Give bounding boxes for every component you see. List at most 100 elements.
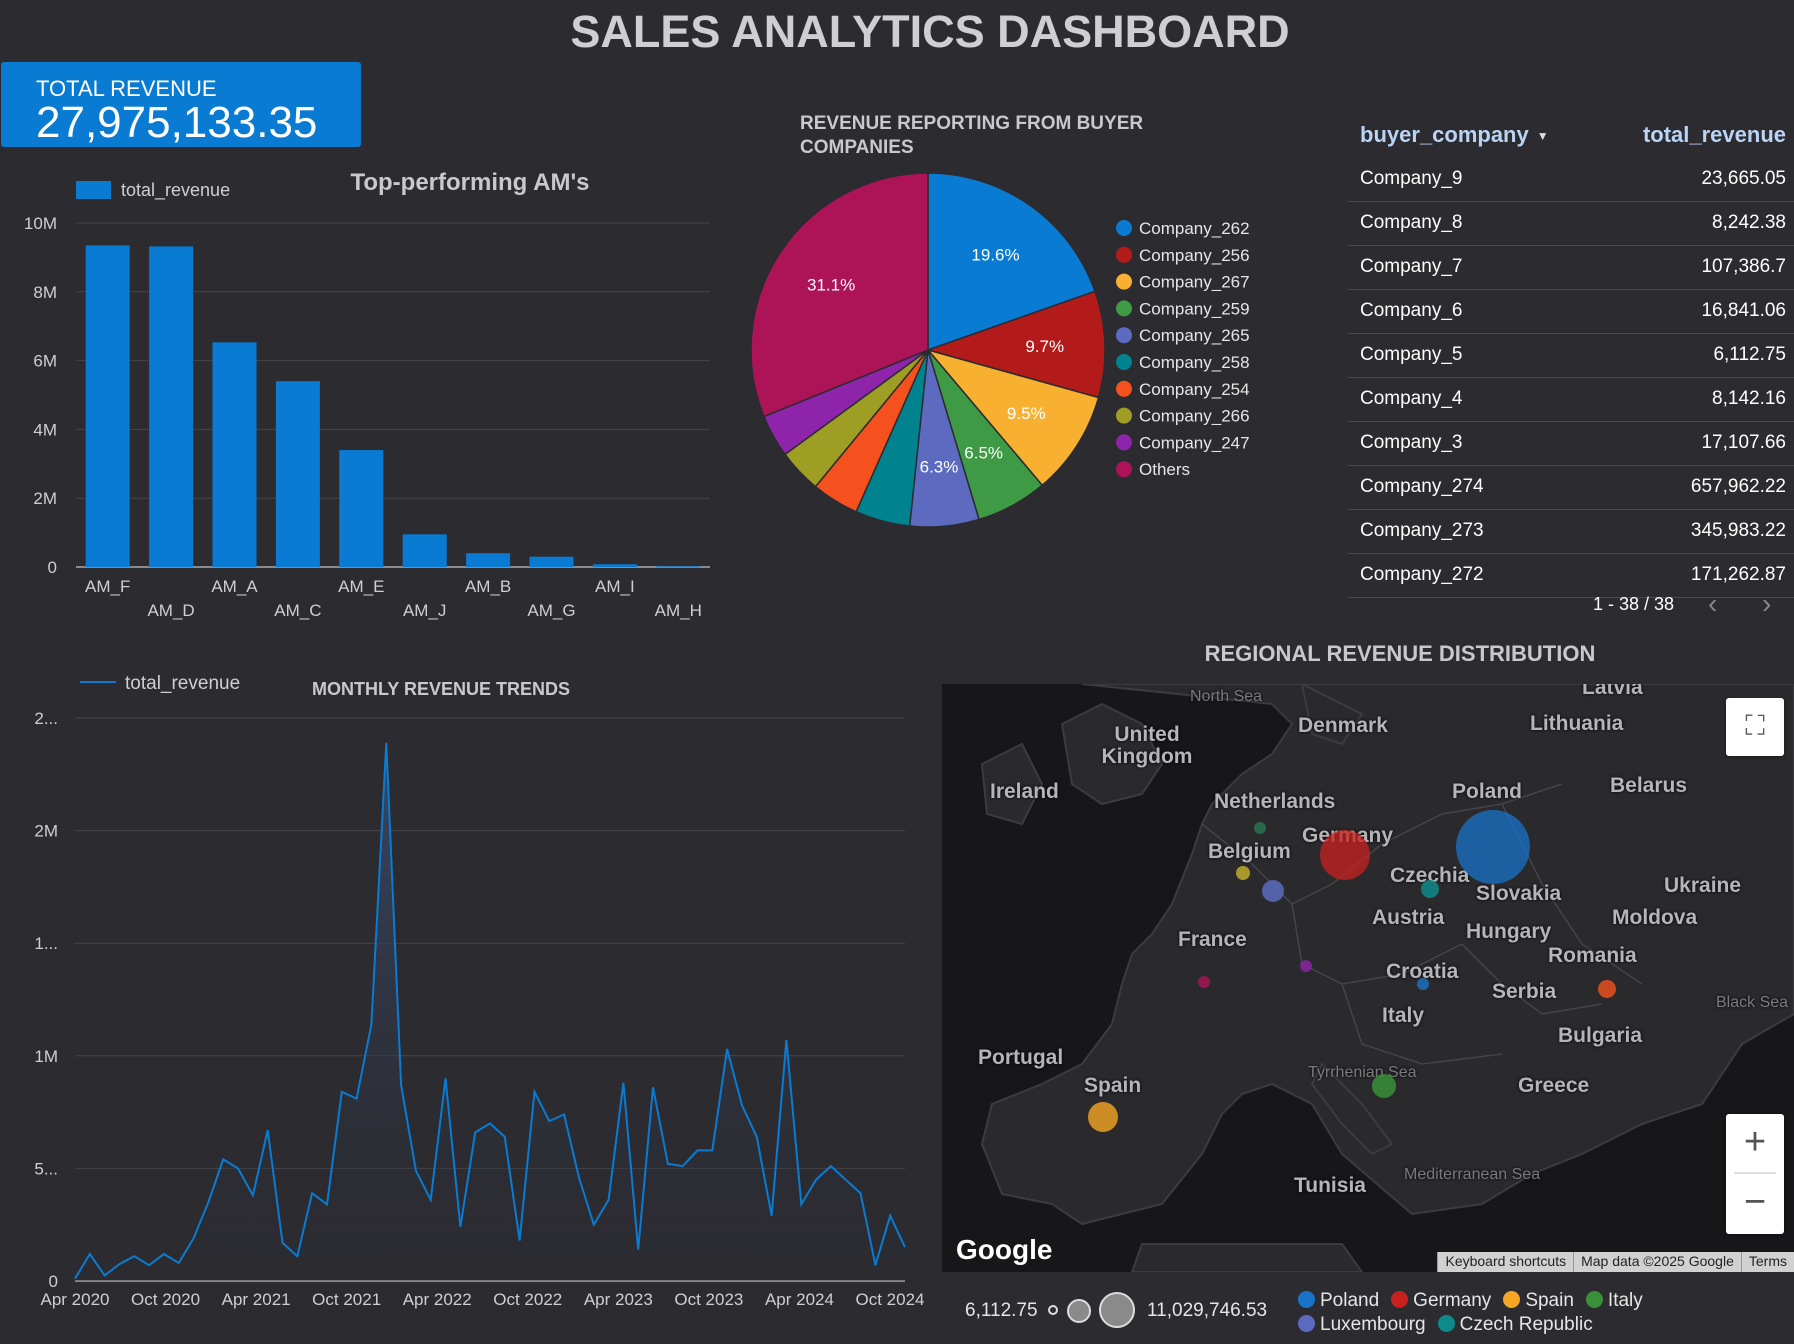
table-row[interactable]: Company_8 8,242.38 (1348, 202, 1794, 246)
map-label-moldova: Moldova (1612, 906, 1698, 929)
size-legend-max: 11,029,746.53 (1147, 1300, 1268, 1321)
bar-am_j[interactable] (402, 534, 447, 567)
map-label-ukraine: Ukraine (1664, 874, 1742, 897)
map-legend-item[interactable]: Italy (1585, 1290, 1643, 1312)
bubble-switzerland[interactable] (1300, 960, 1312, 972)
x-tick-label: AM_A (211, 577, 258, 596)
legend-label[interactable]: Company_247 (1139, 433, 1250, 452)
legend-label[interactable]: Company_259 (1139, 299, 1250, 318)
bubble-luxembourg[interactable] (1262, 880, 1284, 902)
legend-label[interactable]: Company_254 (1139, 380, 1250, 399)
map-legend-item[interactable]: Czech Republic (1437, 1314, 1593, 1336)
y-tick-label: 2... (34, 709, 58, 728)
prev-page-icon[interactable]: ‹ (1708, 588, 1717, 620)
map-legend-item[interactable]: Germany (1391, 1290, 1491, 1312)
bubble-germany[interactable] (1320, 830, 1370, 880)
buyer-pie-chart[interactable]: REVENUE REPORTING FROM BUYER COMPANIES 1… (740, 108, 1300, 548)
y-tick-label: 1M (34, 1047, 58, 1066)
bar-am_g[interactable] (529, 556, 574, 567)
scorecard-value: 27,975,133.35 (36, 98, 318, 147)
cell-buyer-company: Company_6 (1360, 300, 1463, 321)
cell-total-revenue: 6,112.75 (1713, 344, 1786, 365)
page-title: SALES ANALYTICS DASHBOARD (570, 6, 1290, 57)
bar-am_f[interactable] (85, 245, 130, 568)
legend-dot (1116, 273, 1132, 290)
keyboard-shortcuts-link[interactable]: Keyboard shortcuts (1437, 1252, 1573, 1272)
map-title: REGIONAL REVENUE DISTRIBUTION (1204, 641, 1596, 666)
legend-label[interactable]: Company_256 (1139, 246, 1250, 265)
bar-am_e[interactable] (339, 450, 384, 567)
x-tick-label: Oct 2024 (856, 1290, 925, 1309)
map-legend-item[interactable]: Poland (1298, 1290, 1379, 1312)
x-tick-label: Oct 2020 (131, 1290, 200, 1309)
size-legend-min: 6,112.75 (965, 1300, 1038, 1321)
zoom-out-icon[interactable]: − (1726, 1174, 1784, 1232)
monthly-trend-chart[interactable]: total_revenue MONTHLY REVENUE TRENDS 0 5.… (0, 660, 930, 1320)
legend-dot (1116, 434, 1132, 451)
cell-total-revenue: 16,841.06 (1701, 300, 1786, 321)
map-label-netherlands: Netherlands (1214, 790, 1336, 813)
regional-revenue-map[interactable]: United Kingdom Ireland Denmark Lithuania Lat… (942, 684, 1794, 1272)
x-tick-label: Oct 2021 (312, 1290, 381, 1309)
legend-label[interactable]: Company_266 (1139, 407, 1250, 426)
table-row[interactable]: Company_7 107,386.7 (1348, 246, 1794, 290)
col-header-total-revenue[interactable]: total_revenue (1643, 122, 1786, 148)
bubble-czech-republic[interactable] (1421, 880, 1439, 898)
map-label-belgium: Belgium (1208, 840, 1291, 863)
x-tick-label: AM_E (338, 577, 384, 596)
table-row[interactable]: Company_5 6,112.75 (1348, 334, 1794, 378)
bubble-poland[interactable] (1456, 810, 1530, 884)
zoom-in-icon[interactable]: + (1726, 1114, 1784, 1172)
x-tick-label: Oct 2022 (493, 1290, 562, 1309)
bar-am_a[interactable] (212, 342, 257, 567)
bubble-slovenia[interactable] (1417, 978, 1429, 990)
sort-desc-icon[interactable]: ▼ (1537, 129, 1549, 143)
bubble-italy[interactable] (1372, 1074, 1396, 1098)
map-label-tyrrhenian-sea: Tyrrhenian Sea (1308, 1064, 1417, 1081)
am-bar-chart-svg: total_revenue Top-performing AM's 0 2M 4M 6… (24, 169, 710, 620)
legend-label[interactable]: Company_262 (1139, 219, 1250, 238)
buyer-revenue-table[interactable]: buyer_company ▼ total_revenue Company_9 23… (1348, 114, 1794, 598)
cell-total-revenue: 657,962.22 (1690, 476, 1786, 497)
bar-am_c[interactable] (275, 381, 320, 567)
table-row[interactable]: Company_4 8,142.16 (1348, 378, 1794, 422)
terms-link[interactable]: Terms (1740, 1252, 1794, 1272)
bubble-belgium[interactable] (1236, 866, 1250, 880)
cell-total-revenue: 171,262.87 (1690, 564, 1786, 585)
bar-am_d[interactable] (149, 246, 194, 567)
legend-label[interactable]: Company_267 (1139, 273, 1250, 292)
table-row[interactable]: Company_3 17,107.66 (1348, 422, 1794, 466)
map-label-denmark: Denmark (1298, 714, 1388, 737)
legend-label[interactable]: Others (1139, 460, 1190, 479)
map-footer: Keyboard shortcuts Map data ©2025 Google… (1437, 1252, 1794, 1272)
table-row[interactable]: Company_274 657,962.22 (1348, 466, 1794, 510)
bubble-romania[interactable] (1598, 980, 1616, 998)
bubble-france[interactable] (1198, 976, 1210, 988)
table-row[interactable]: Company_272 171,262.87 (1348, 554, 1794, 598)
next-page-icon[interactable]: › (1762, 588, 1771, 620)
bubble-spain[interactable] (1088, 1102, 1118, 1132)
line-chart-svg: total_revenue MONTHLY REVENUE TRENDS 0 5.… (34, 673, 925, 1309)
bar-am_b[interactable] (466, 553, 511, 567)
col-header-label: buyer_company (1360, 122, 1529, 147)
map-legend-item[interactable]: Spain (1503, 1290, 1574, 1312)
legend-label[interactable]: Company_265 (1139, 326, 1250, 345)
table-row[interactable]: Company_9 23,665.05 (1348, 158, 1794, 202)
table-row[interactable]: Company_6 16,841.06 (1348, 290, 1794, 334)
x-tick-label: Apr 2024 (765, 1290, 834, 1309)
col-header-buyer-company[interactable]: buyer_company ▼ (1360, 122, 1549, 148)
bubble-netherlands[interactable] (1254, 822, 1266, 834)
table-row[interactable]: Company_273 345,983.22 (1348, 510, 1794, 554)
x-tick-label: AM_H (655, 601, 702, 620)
bar-am_i[interactable] (592, 564, 637, 567)
x-tick-label: AM_G (527, 601, 575, 620)
cell-buyer-company: Company_274 (1360, 476, 1484, 497)
total-revenue-scorecard: TOTAL REVENUE 27,975,133.35 (1, 62, 361, 147)
cell-buyer-company: Company_9 (1360, 168, 1463, 189)
cell-buyer-company: Company_5 (1360, 344, 1463, 365)
legend-label[interactable]: Company_258 (1139, 353, 1250, 372)
map-legend-item[interactable]: Luxembourg (1298, 1314, 1426, 1336)
am-bar-chart[interactable]: total_revenue Top-performing AM's 0 2M 4M 6… (0, 160, 720, 630)
fullscreen-icon[interactable]: ⛶ (1726, 698, 1784, 756)
bar-am_h[interactable] (656, 566, 701, 568)
